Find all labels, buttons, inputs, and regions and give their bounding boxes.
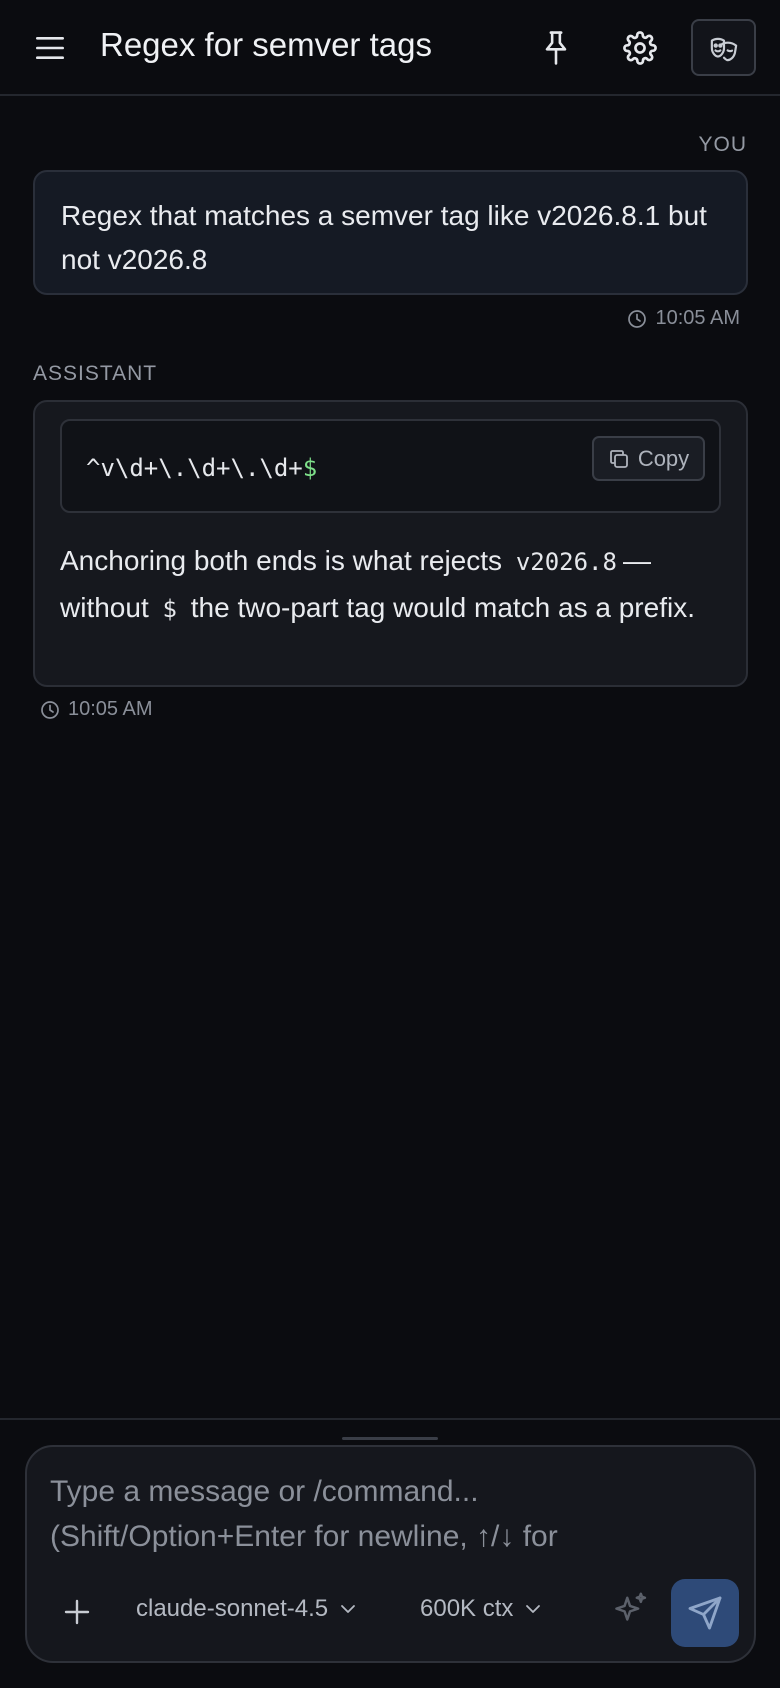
model-selector[interactable]: claude-sonnet-4.5 [136, 1595, 356, 1623]
copy-icon [609, 449, 628, 468]
copy-label: Copy [637, 445, 690, 471]
menu-button[interactable] [30, 28, 70, 68]
top-bar: Regex for semver tags [0, 0, 780, 96]
theme-button[interactable] [691, 19, 756, 76]
code-block: ^v\d+\.\d+\.\d+$ Copy [60, 419, 721, 513]
user-message-timestamp: 10:05 AM [627, 307, 740, 330]
composer-resize-handle[interactable] [342, 1437, 438, 1440]
send-icon [688, 1596, 722, 1630]
user-message-text: Regex that matches a semver tag like v20… [61, 200, 707, 275]
answer-text-part: the two-part tag would match as a prefix… [190, 592, 695, 623]
send-button[interactable] [671, 1579, 739, 1647]
pin-icon [545, 31, 567, 65]
clock-icon [41, 700, 59, 719]
clock-icon [628, 309, 647, 328]
composer-divider [0, 1418, 780, 1420]
assistant-message-timestamp: 10:05 AM [40, 698, 153, 721]
theater-masks-icon [710, 37, 737, 61]
context-selector[interactable]: 600K ctx [420, 1595, 541, 1623]
message-composer: Type a message or /command... (Shift/Opt… [25, 1445, 756, 1663]
model-name: claude-sonnet-4.5 [136, 1595, 329, 1622]
inline-code: $ [162, 595, 177, 623]
pin-button[interactable] [536, 26, 576, 70]
chevron-down-icon [341, 1605, 356, 1613]
message-input[interactable]: Type a message or /command... (Shift/Opt… [50, 1469, 730, 1561]
gear-icon [623, 31, 657, 65]
user-message-time: 10:05 AM [655, 307, 740, 329]
assistant-message-bubble: ^v\d+\.\d+\.\d+$ Copy Anchoring both end… [33, 400, 748, 687]
plus-icon [64, 1599, 90, 1625]
enhance-prompt-button[interactable] [608, 1588, 652, 1632]
code-end-anchor: $ [302, 454, 318, 482]
sparkles-icon [615, 1592, 647, 1621]
context-size: 600K ctx [420, 1595, 514, 1622]
assistant-message-text: Anchoring both ends is what rejects v202… [60, 538, 730, 632]
settings-button[interactable] [620, 26, 660, 70]
user-role-label: YOU [698, 133, 747, 156]
user-message-bubble: Regex that matches a semver tag like v20… [33, 170, 748, 295]
add-attachment-button[interactable] [57, 1592, 97, 1632]
menu-icon [36, 37, 64, 59]
inline-code: v2026.8 [515, 548, 617, 576]
chat-app: Regex for semver tags YOU Regex that mat… [0, 0, 780, 1688]
code-regex: ^v\d+\.\d+\.\d+ [86, 454, 303, 482]
page-title: Regex for semver tags [100, 26, 432, 63]
answer-text-part: Anchoring both ends is what rejects [60, 545, 503, 576]
assistant-message-time: 10:05 AM [68, 698, 153, 720]
chevron-down-icon [526, 1605, 541, 1613]
copy-button[interactable]: Copy [592, 436, 705, 481]
assistant-role-label: ASSISTANT [33, 362, 158, 385]
code-text[interactable]: ^v\d+\.\d+\.\d+$ [86, 454, 317, 482]
